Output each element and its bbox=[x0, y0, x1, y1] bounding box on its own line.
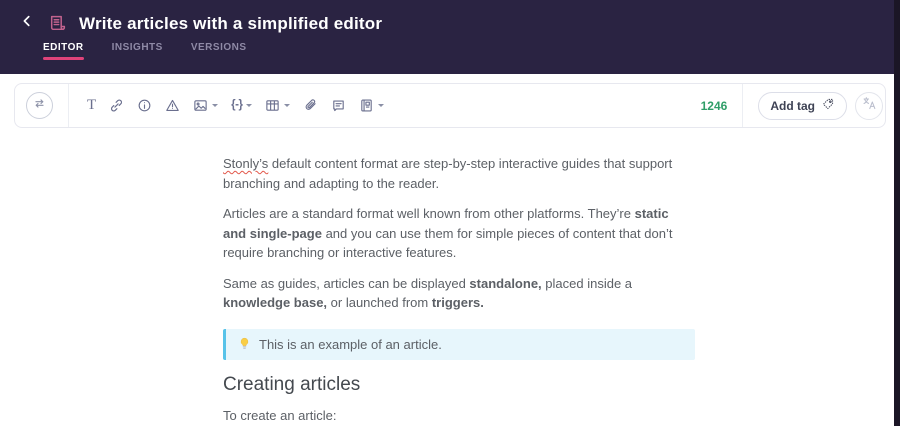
swap-icon bbox=[32, 96, 47, 116]
translate-button[interactable] bbox=[855, 91, 883, 120]
app-window: Write articles with a simplified editor … bbox=[0, 0, 900, 426]
warning-icon bbox=[165, 98, 180, 113]
variable-button[interactable]: {-} bbox=[228, 94, 255, 117]
link-icon bbox=[109, 98, 124, 113]
chevron-down-icon bbox=[284, 104, 291, 107]
paragraph-intro: Stonly’s default content format are step… bbox=[223, 156, 673, 191]
header-tabs: EDITOR INSIGHTS VERSIONS bbox=[0, 42, 900, 60]
back-button[interactable] bbox=[18, 14, 36, 34]
translate-icon bbox=[862, 96, 877, 116]
table-icon bbox=[265, 98, 280, 113]
image-button[interactable] bbox=[190, 94, 221, 117]
text-icon: T bbox=[87, 97, 97, 113]
attachment-icon bbox=[303, 98, 318, 113]
toolbar-divider bbox=[68, 84, 69, 127]
swap-button[interactable] bbox=[26, 92, 53, 119]
paragraph-display-options: Same as guides, articles can be displaye… bbox=[223, 275, 633, 311]
tab-insights[interactable]: INSIGHTS bbox=[112, 42, 163, 60]
toolbar-icon-group: T {-} bbox=[84, 94, 387, 117]
toolbar-right-group: 1246 Add tag bbox=[701, 84, 885, 127]
editor-toolbar: T {-} 1246 Add tag bbox=[14, 83, 886, 128]
section-heading: Creating articles bbox=[223, 374, 361, 395]
info-icon bbox=[137, 98, 152, 113]
chevron-down-icon bbox=[378, 104, 385, 107]
tip-callout: This is an example of an article. bbox=[223, 328, 695, 360]
image-icon bbox=[193, 98, 208, 113]
toolbar-divider bbox=[742, 84, 744, 127]
variable-icon: {-} bbox=[231, 99, 243, 111]
link-button[interactable] bbox=[106, 94, 127, 117]
warning-button[interactable] bbox=[162, 94, 183, 117]
tag-icon bbox=[821, 97, 835, 114]
lightbulb-icon bbox=[238, 337, 251, 352]
misspelled-word: Stonly’s bbox=[223, 156, 269, 171]
note-icon bbox=[331, 98, 346, 113]
article-doc-icon bbox=[48, 14, 67, 33]
text-button[interactable]: T bbox=[84, 94, 99, 117]
attachment-button[interactable] bbox=[300, 94, 321, 117]
tab-editor[interactable]: EDITOR bbox=[43, 42, 84, 60]
character-count: 1246 bbox=[700, 98, 728, 113]
add-tag-label: Add tag bbox=[770, 98, 815, 113]
toolbar-row: T {-} 1246 Add tag bbox=[0, 74, 900, 128]
header-title-row: Write articles with a simplified editor bbox=[0, 0, 900, 36]
chevron-down-icon bbox=[212, 104, 219, 107]
book-button[interactable] bbox=[356, 94, 387, 117]
book-icon bbox=[359, 98, 374, 113]
info-button[interactable] bbox=[134, 94, 155, 117]
editor-content-area[interactable]: Stonly’s default content format are step… bbox=[0, 128, 715, 426]
paragraph-articles: Articles are a standard format well know… bbox=[223, 206, 673, 260]
list-intro: To create an article: bbox=[223, 408, 337, 423]
chevron-left-icon bbox=[20, 13, 34, 34]
add-tag-button[interactable]: Add tag bbox=[758, 91, 847, 120]
app-header: Write articles with a simplified editor … bbox=[0, 0, 900, 74]
chevron-down-icon bbox=[246, 104, 253, 107]
adjacent-panel-edge bbox=[894, 0, 900, 426]
note-button[interactable] bbox=[328, 94, 349, 117]
callout-text: This is an example of an article. bbox=[259, 336, 442, 352]
table-button[interactable] bbox=[262, 94, 293, 117]
tab-versions[interactable]: VERSIONS bbox=[191, 42, 247, 60]
page-title: Write articles with a simplified editor bbox=[79, 13, 383, 33]
